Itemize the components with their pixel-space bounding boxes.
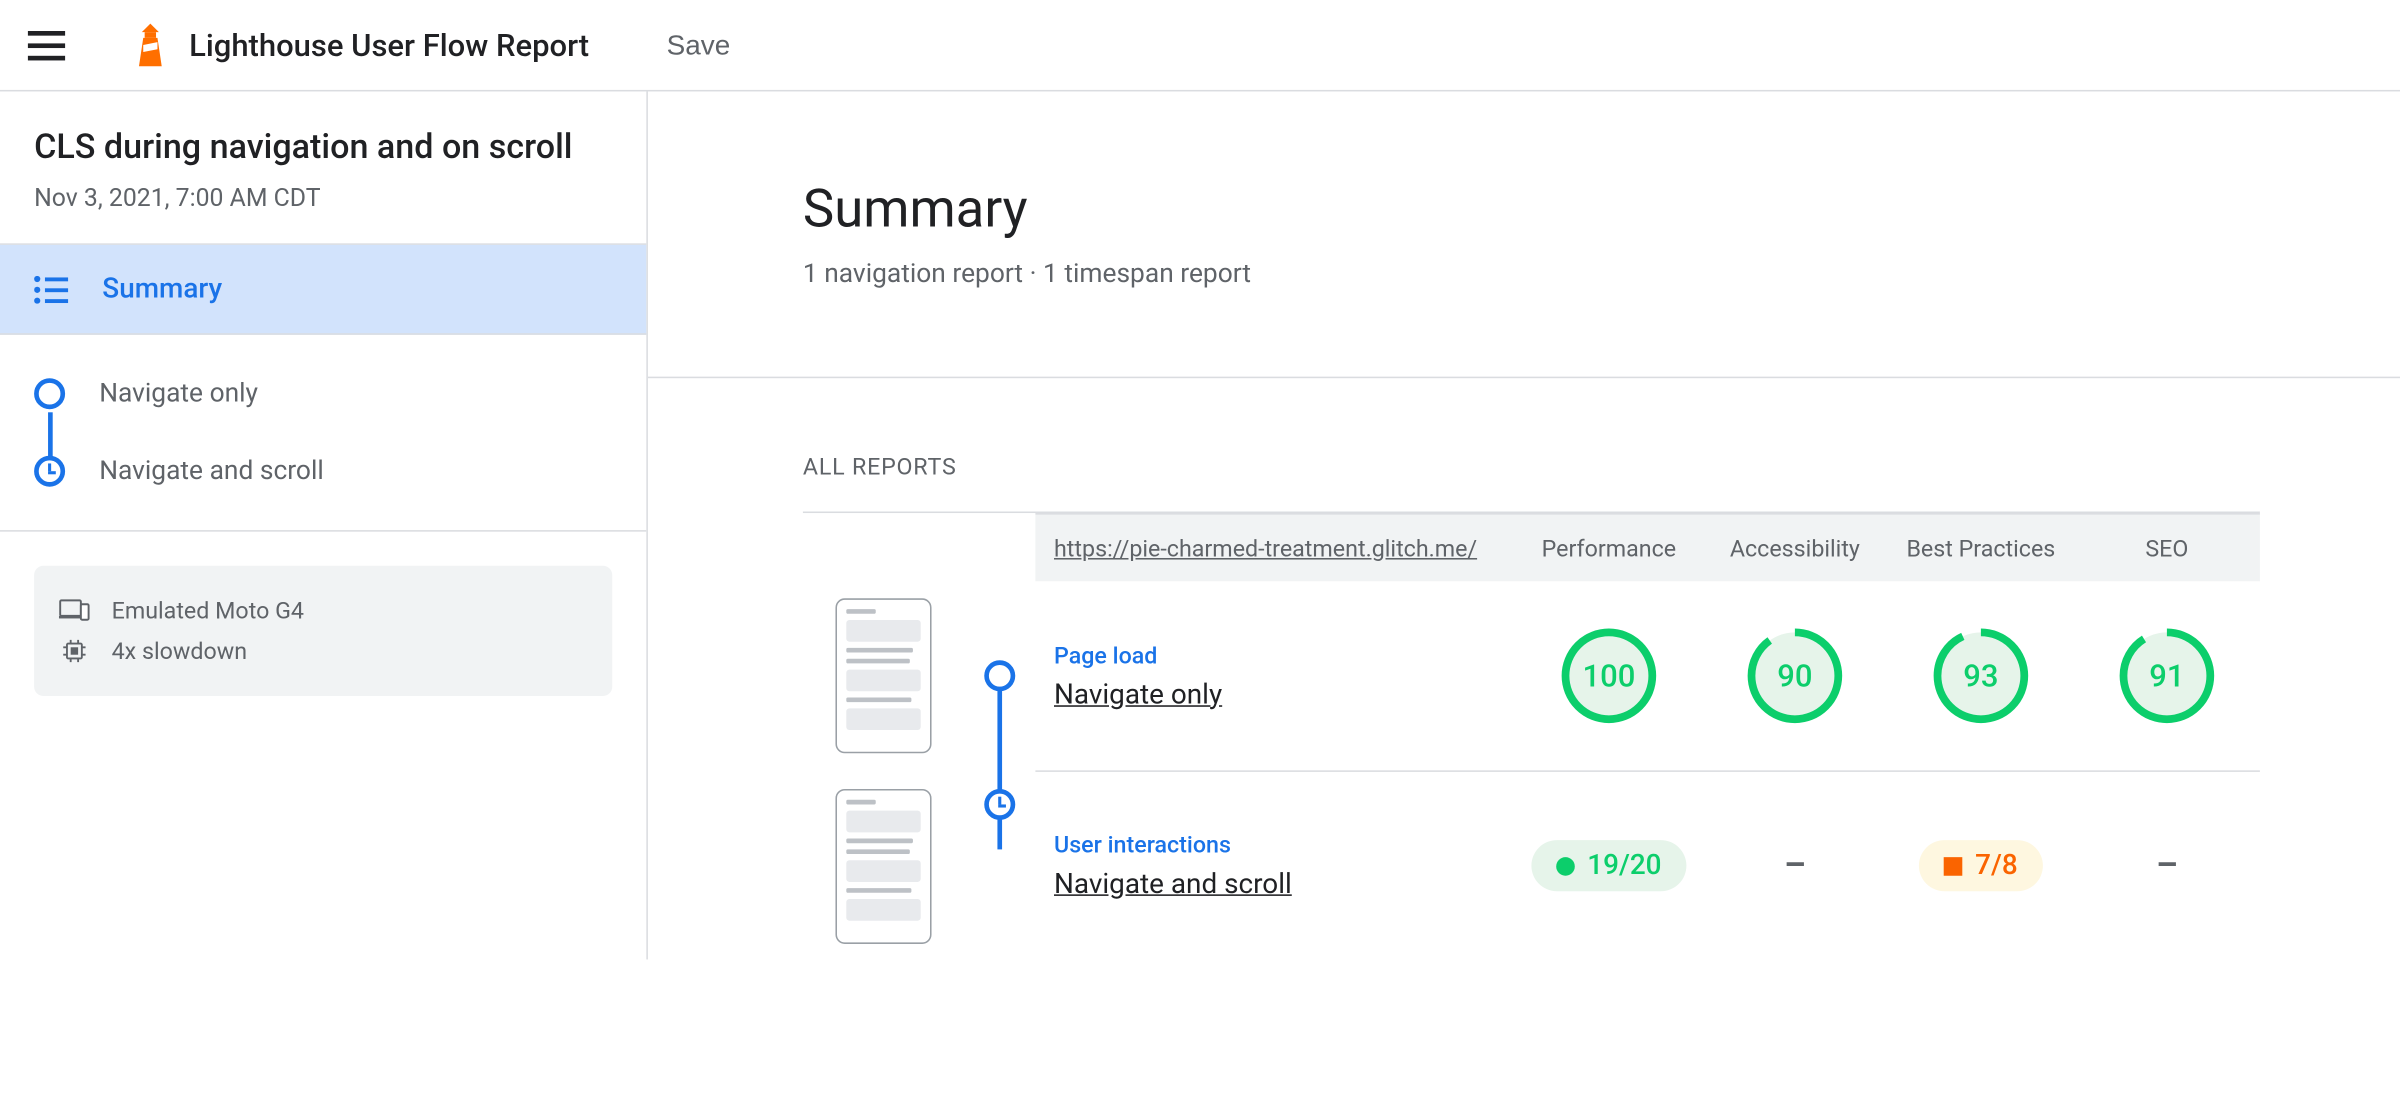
score-pill: 19/20 xyxy=(1531,840,1686,891)
not-applicable-dash: – xyxy=(2156,846,2178,885)
summary-header: Summary 1 navigation report · 1 timespan… xyxy=(648,91,2400,376)
average-square-icon xyxy=(1944,856,1963,875)
score-pill: 7/8 xyxy=(1919,840,2042,891)
step-name-link[interactable]: Navigate and scroll xyxy=(1054,868,1516,901)
reports-table: https://pie-charmed-treatment.glitch.me/… xyxy=(803,511,2260,959)
sidebar: CLS during navigation and on scroll Nov … xyxy=(0,91,648,959)
navigation-marker-icon xyxy=(984,660,1015,691)
flow-date: Nov 3, 2021, 7:00 AM CDT xyxy=(34,183,612,212)
score-performance: 100 xyxy=(1516,628,1702,724)
list-icon xyxy=(34,275,68,303)
hamburger-menu-icon[interactable] xyxy=(28,23,71,66)
sidebar-summary-label: Summary xyxy=(102,273,222,306)
sidebar-step-label: Navigate and scroll xyxy=(99,456,324,487)
save-button[interactable]: Save xyxy=(667,29,731,62)
column-performance: Performance xyxy=(1516,534,1702,562)
timespan-marker-icon xyxy=(984,788,1015,819)
report-row-navigate-only[interactable]: Page load Navigate only 100 xyxy=(803,581,2260,770)
screenshot-thumbnail xyxy=(835,598,931,753)
navigation-marker-icon xyxy=(34,378,65,409)
step-type-label: Page load xyxy=(1054,641,1516,669)
flow-title: CLS during navigation and on scroll xyxy=(34,129,612,168)
score-accessibility: – xyxy=(1702,846,1888,885)
sidebar-step-label: Navigate only xyxy=(99,378,258,409)
meta-throttle: 4x slowdown xyxy=(59,631,588,671)
app-title: Lighthouse User Flow Report xyxy=(189,26,589,63)
not-applicable-dash: – xyxy=(1784,846,1806,885)
lighthouse-icon xyxy=(133,23,167,66)
pass-dot-icon xyxy=(1556,856,1575,875)
sidebar-item-summary[interactable]: Summary xyxy=(0,245,646,335)
meta-throttle-label: 4x slowdown xyxy=(112,637,247,665)
timespan-marker-icon xyxy=(34,456,65,487)
sidebar-step-navigate-and-scroll[interactable]: Navigate and scroll xyxy=(34,446,612,496)
score-best-practices: 7/8 xyxy=(1888,840,2074,891)
summary-title: Summary xyxy=(803,178,2400,240)
reports-header-row: https://pie-charmed-treatment.glitch.me/… xyxy=(1035,513,2259,581)
score-seo: 91 xyxy=(2074,628,2260,724)
meta-device: Emulated Moto G4 xyxy=(59,591,588,631)
reports-url-link[interactable]: https://pie-charmed-treatment.glitch.me/ xyxy=(1035,534,1515,562)
score-seo: – xyxy=(2074,846,2260,885)
devices-icon xyxy=(59,598,90,623)
sidebar-header: CLS during navigation and on scroll Nov … xyxy=(0,91,646,244)
sidebar-meta: Emulated Moto G4 4x xyxy=(34,566,612,696)
summary-subtitle: 1 navigation report · 1 timespan report xyxy=(803,259,2400,290)
score-accessibility: 90 xyxy=(1702,628,1888,724)
all-reports-label: ALL REPORTS xyxy=(803,453,2400,481)
column-seo: SEO xyxy=(2074,534,2260,562)
sidebar-step-navigate-only[interactable]: Navigate only xyxy=(34,369,612,419)
sidebar-steps: Navigate only Navigate and scroll xyxy=(0,335,646,532)
report-row-navigate-and-scroll[interactable]: User interactions Navigate and scroll 19… xyxy=(1035,770,2259,959)
score-best-practices: 93 xyxy=(1888,628,2074,724)
main-content: Summary 1 navigation report · 1 timespan… xyxy=(648,91,2400,959)
score-performance: 19/20 xyxy=(1516,840,1702,891)
reports-section: ALL REPORTS https://pie-charmed-treatmen… xyxy=(648,378,2400,959)
topbar: Lighthouse User Flow Report Save ? Under… xyxy=(0,0,2400,91)
column-accessibility: Accessibility xyxy=(1702,534,1888,562)
column-best-practices: Best Practices xyxy=(1888,534,2074,562)
cpu-icon xyxy=(59,639,90,664)
meta-device-label: Emulated Moto G4 xyxy=(112,597,304,625)
screenshot-thumbnail xyxy=(835,788,931,943)
step-type-label: User interactions xyxy=(1054,831,1516,859)
step-name-link[interactable]: Navigate only xyxy=(1054,678,1516,711)
